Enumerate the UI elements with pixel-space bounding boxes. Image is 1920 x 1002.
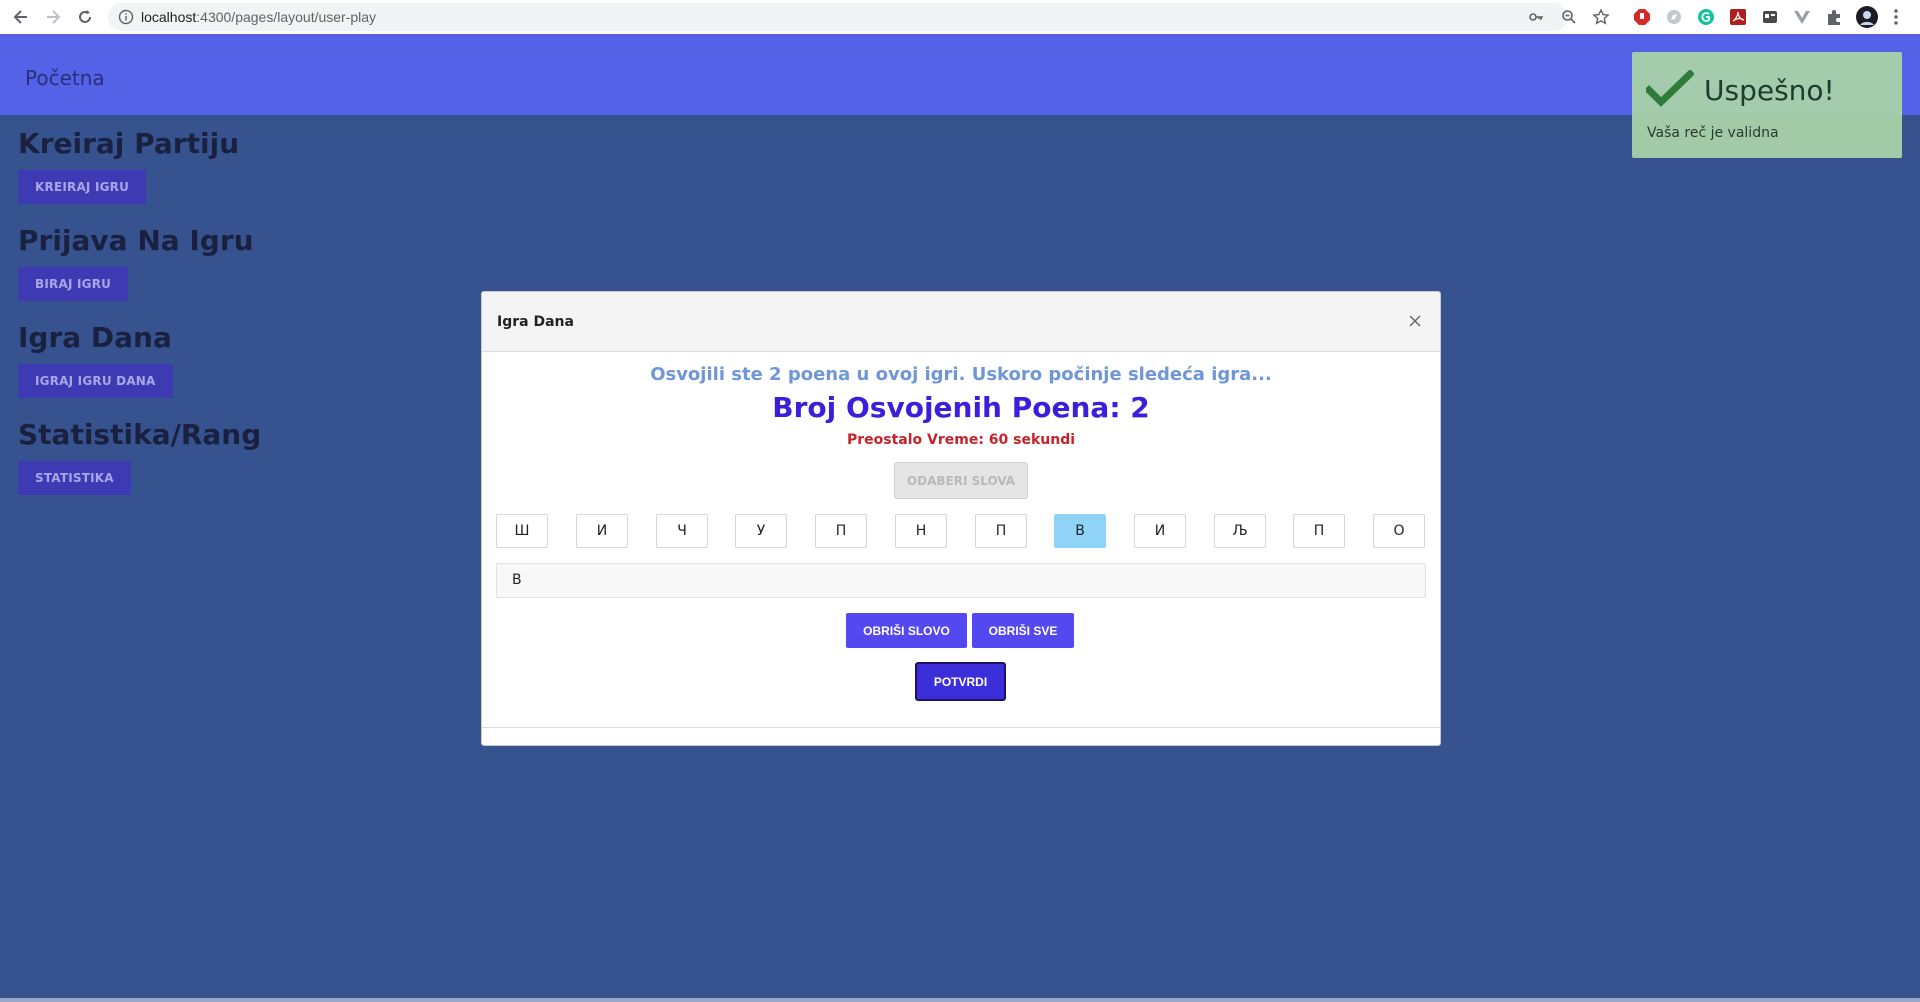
profile-avatar[interactable] [1855, 5, 1879, 29]
modal-title: Igra Dana [497, 314, 574, 330]
pick-letters-button[interactable]: ODABERI SLOVA [894, 462, 1028, 499]
statistics-button[interactable]: STATISTIKA [18, 461, 131, 495]
home-link[interactable]: Početna [25, 66, 105, 90]
letter-tile[interactable]: П [815, 514, 867, 548]
section-title-join-game: Prijava Na Igru [18, 224, 254, 257]
round-info-text: Osvojili ste 2 poena u ovoj igri. Uskoro… [650, 364, 1272, 385]
address-bar[interactable]: localhost:4300/pages/layout/user-play [108, 3, 1568, 31]
browser-toolbar: localhost:4300/pages/layout/user-play [0, 0, 1920, 35]
game-modal: Igra Dana Osvojili ste 2 poena u ovoj ig… [481, 291, 1441, 746]
forward-arrow-icon[interactable] [41, 5, 65, 29]
puzzle-extensions-icon[interactable] [1824, 7, 1844, 27]
letter-tile[interactable]: И [1134, 514, 1186, 548]
letter-tile-selected[interactable]: В [1054, 514, 1106, 548]
letter-tile[interactable]: Н [895, 514, 947, 548]
delete-letter-button[interactable]: OBRIŠI SLOVO [846, 613, 967, 648]
back-arrow-icon[interactable] [9, 5, 33, 29]
checkmark-icon [1644, 69, 1695, 110]
vue-extension-icon[interactable] [1792, 7, 1812, 27]
bookmark-star-icon[interactable] [1591, 7, 1611, 27]
url-host: localhost [141, 9, 197, 25]
key-icon[interactable] [1528, 9, 1544, 29]
close-icon[interactable] [1406, 312, 1424, 330]
letter-tile[interactable]: П [1293, 514, 1345, 548]
bottom-divider [0, 998, 1920, 1002]
success-toast[interactable]: Uspešno! Vaša reč je validna [1632, 52, 1902, 158]
letter-tile[interactable]: У [735, 514, 787, 548]
letter-tile[interactable]: П [975, 514, 1027, 548]
section-title-statistics: Statistika/Rang [18, 418, 262, 451]
url-text: localhost:4300/pages/layout/user-play [141, 9, 376, 25]
create-game-button[interactable]: KREIRAJ IGRU [18, 170, 147, 204]
word-input[interactable]: В [496, 563, 1426, 598]
points-score: Broj Osvojenih Poena: 2 [772, 391, 1150, 424]
modal-header: Igra Dana [482, 292, 1440, 352]
compass-extension-icon[interactable] [1664, 7, 1684, 27]
toast-message: Vaša reč je validna [1647, 125, 1779, 141]
play-game-of-day-button[interactable]: IGRAJ IGRU DANA [18, 364, 173, 398]
section-title-create-game: Kreiraj Partiju [18, 127, 240, 160]
letter-tile[interactable]: И [576, 514, 628, 548]
remaining-time: Preostalo Vreme: 60 sekundi [846, 432, 1076, 448]
browser-menu-icon[interactable] [1886, 7, 1906, 27]
confirm-button[interactable]: POTVRDI [915, 662, 1006, 701]
reload-icon[interactable] [73, 5, 97, 29]
choose-game-button[interactable]: BIRAJ IGRU [18, 267, 129, 301]
letter-tile[interactable]: Ч [656, 514, 708, 548]
zoom-icon[interactable] [1559, 7, 1579, 27]
grammarly-extension-icon[interactable] [1696, 7, 1716, 27]
adblock-extension-icon[interactable] [1632, 7, 1652, 27]
letter-tile[interactable]: Љ [1214, 514, 1266, 548]
letter-tile[interactable]: О [1373, 514, 1425, 548]
modal-footer-divider [482, 727, 1440, 728]
pdf-extension-icon[interactable] [1728, 7, 1748, 27]
letter-tile[interactable]: Ш [496, 514, 548, 548]
section-title-game-of-day: Igra Dana [18, 321, 172, 354]
toast-title: Uspešno! [1704, 74, 1835, 107]
letters-row: Ш И Ч У П Н П В И Љ П О [496, 514, 1426, 548]
panel-extension-icon[interactable] [1760, 7, 1780, 27]
info-icon[interactable] [118, 9, 134, 29]
url-path: :4300/pages/layout/user-play [196, 9, 377, 25]
delete-all-button[interactable]: OBRIŠI SVE [972, 613, 1074, 648]
